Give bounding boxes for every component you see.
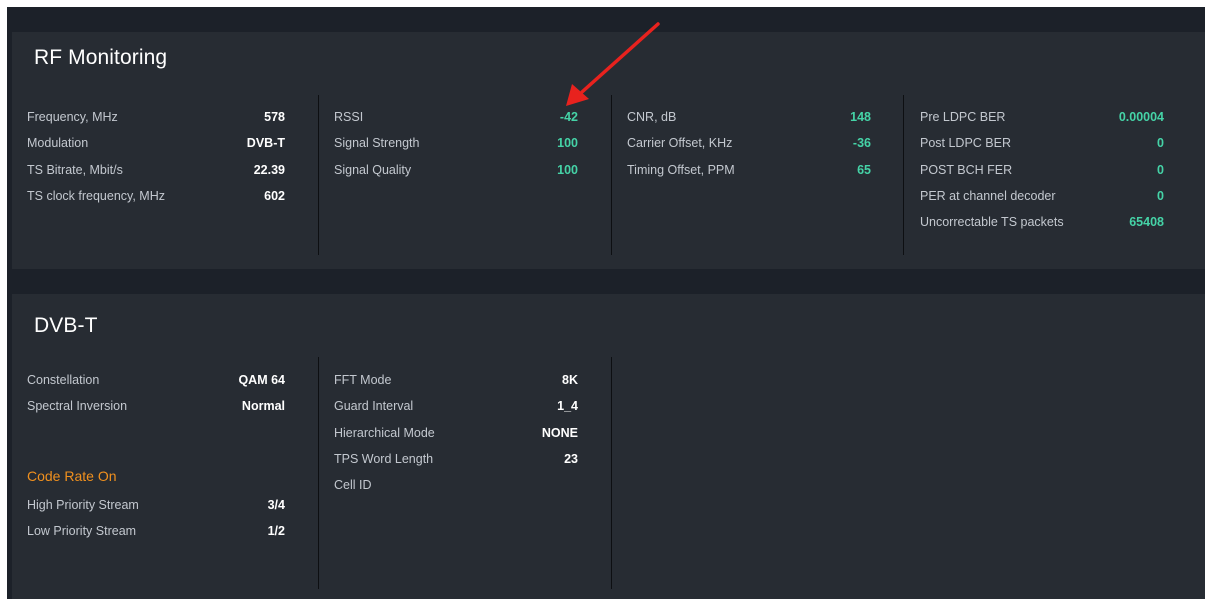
- ts-bitrate-row: TS Bitrate, Mbit/s 22.39: [27, 163, 285, 189]
- ts-clock-row: TS clock frequency, MHz 602: [27, 189, 285, 215]
- tps-word-length-label: TPS Word Length: [334, 451, 434, 466]
- dvbt-column-2: FFT Mode 8K Guard Interval 1_4 Hierarchi…: [334, 373, 578, 504]
- column-divider: [611, 357, 612, 589]
- rssi-value: -42: [559, 110, 578, 124]
- dvbt-column-1: Constellation QAM 64 Spectral Inversion …: [27, 373, 285, 550]
- modulation-value: DVB-T: [246, 136, 285, 151]
- cnr-value: 148: [850, 110, 871, 124]
- modulation-label: Modulation: [27, 136, 89, 151]
- cnr-label: CNR, dB: [627, 110, 677, 124]
- fft-mode-row: FFT Mode 8K: [334, 373, 578, 399]
- rf-monitoring-title: RF Monitoring: [34, 46, 168, 69]
- rssi-label: RSSI: [334, 110, 364, 124]
- ts-clock-label: TS clock frequency, MHz: [27, 188, 166, 203]
- post-ldpc-ber-value: 0: [1157, 136, 1164, 151]
- signal-strength-label: Signal Strength: [334, 136, 420, 151]
- hierarchical-mode-label: Hierarchical Mode: [334, 425, 435, 440]
- low-priority-stream-value: 1/2: [267, 523, 285, 538]
- dvbt-panel: DVB-T Constellation QAM 64 Spectral Inve…: [12, 294, 1205, 599]
- spectral-inversion-value: Normal: [241, 399, 285, 414]
- guard-interval-label: Guard Interval: [334, 399, 414, 414]
- rssi-row: RSSI -42: [334, 110, 578, 136]
- carrier-offset-row: Carrier Offset, KHz -36: [627, 136, 871, 162]
- frequency-label: Frequency, MHz: [27, 110, 118, 124]
- rf-column-4: Pre LDPC BER 0.00004 Post LDPC BER 0 POS…: [920, 110, 1164, 241]
- uncorrectable-ts-packets-row: Uncorrectable TS packets 65408: [920, 215, 1164, 241]
- post-bch-fer-label: POST BCH FER: [920, 162, 1013, 177]
- signal-quality-label: Signal Quality: [334, 162, 412, 177]
- spectral-inversion-label: Spectral Inversion: [27, 399, 128, 414]
- signal-strength-value: 100: [557, 136, 578, 151]
- guard-interval-value: 1_4: [557, 399, 578, 414]
- signal-quality-value: 100: [557, 162, 578, 177]
- cell-id-label: Cell ID: [334, 478, 372, 493]
- per-channel-decoder-row: PER at channel decoder 0: [920, 189, 1164, 215]
- low-priority-stream-row: Low Priority Stream 1/2: [27, 524, 285, 550]
- pre-ldpc-ber-label: Pre LDPC BER: [920, 110, 1006, 124]
- code-rate-heading: Code Rate On: [27, 467, 117, 484]
- post-bch-fer-value: 0: [1157, 162, 1164, 177]
- cnr-row: CNR, dB 148: [627, 110, 871, 136]
- timing-offset-label: Timing Offset, PPM: [627, 162, 735, 177]
- fft-mode-value: 8K: [562, 373, 578, 387]
- cell-id-row: Cell ID: [334, 478, 578, 504]
- constellation-label: Constellation: [27, 373, 100, 387]
- rf-column-3: CNR, dB 148 Carrier Offset, KHz -36 Timi…: [627, 110, 871, 189]
- high-priority-stream-label: High Priority Stream: [27, 497, 139, 512]
- carrier-offset-label: Carrier Offset, KHz: [627, 136, 733, 151]
- pre-ldpc-ber-value: 0.00004: [1118, 110, 1164, 124]
- ts-bitrate-label: TS Bitrate, Mbit/s: [27, 162, 123, 177]
- column-divider: [611, 95, 612, 255]
- high-priority-stream-row: High Priority Stream 3/4: [27, 498, 285, 524]
- tps-word-length-row: TPS Word Length 23: [334, 452, 578, 478]
- column-divider: [318, 357, 319, 589]
- carrier-offset-value: -36: [852, 136, 871, 151]
- constellation-value: QAM 64: [238, 373, 285, 387]
- ts-bitrate-value: 22.39: [253, 162, 285, 177]
- timing-offset-value: 65: [857, 162, 871, 177]
- per-channel-decoder-label: PER at channel decoder: [920, 188, 1056, 203]
- frequency-value: 578: [264, 110, 285, 124]
- column-divider: [903, 95, 904, 255]
- signal-quality-row: Signal Quality 100: [334, 163, 578, 189]
- dvbt-title: DVB-T: [34, 314, 98, 337]
- high-priority-stream-value: 3/4: [267, 497, 285, 512]
- uncorrectable-ts-packets-value: 65408: [1129, 215, 1164, 230]
- uncorrectable-ts-packets-label: Uncorrectable TS packets: [920, 215, 1064, 230]
- spectral-inversion-row: Spectral Inversion Normal: [27, 399, 285, 425]
- rf-monitoring-panel: RF Monitoring Frequency, MHz 578 Modulat…: [12, 32, 1205, 269]
- post-ldpc-ber-row: Post LDPC BER 0: [920, 136, 1164, 162]
- signal-strength-row: Signal Strength 100: [334, 136, 578, 162]
- hierarchical-mode-row: Hierarchical Mode NONE: [334, 426, 578, 452]
- hierarchical-mode-value: NONE: [541, 425, 578, 440]
- column-divider: [318, 95, 319, 255]
- timing-offset-row: Timing Offset, PPM 65: [627, 163, 871, 189]
- per-channel-decoder-value: 0: [1157, 188, 1164, 203]
- fft-mode-label: FFT Mode: [334, 373, 392, 387]
- app-frame: RF Monitoring Frequency, MHz 578 Modulat…: [7, 7, 1205, 599]
- post-bch-fer-row: POST BCH FER 0: [920, 163, 1164, 189]
- tps-word-length-value: 23: [564, 451, 578, 466]
- guard-interval-row: Guard Interval 1_4: [334, 399, 578, 425]
- rf-column-1: Frequency, MHz 578 Modulation DVB-T TS B…: [27, 110, 285, 215]
- post-ldpc-ber-label: Post LDPC BER: [920, 136, 1012, 151]
- pre-ldpc-ber-row: Pre LDPC BER 0.00004: [920, 110, 1164, 136]
- constellation-row: Constellation QAM 64: [27, 373, 285, 399]
- frequency-row: Frequency, MHz 578: [27, 110, 285, 136]
- low-priority-stream-label: Low Priority Stream: [27, 523, 137, 538]
- ts-clock-value: 602: [264, 188, 285, 203]
- modulation-row: Modulation DVB-T: [27, 136, 285, 162]
- rf-column-2: RSSI -42 Signal Strength 100 Signal Qual…: [334, 110, 578, 189]
